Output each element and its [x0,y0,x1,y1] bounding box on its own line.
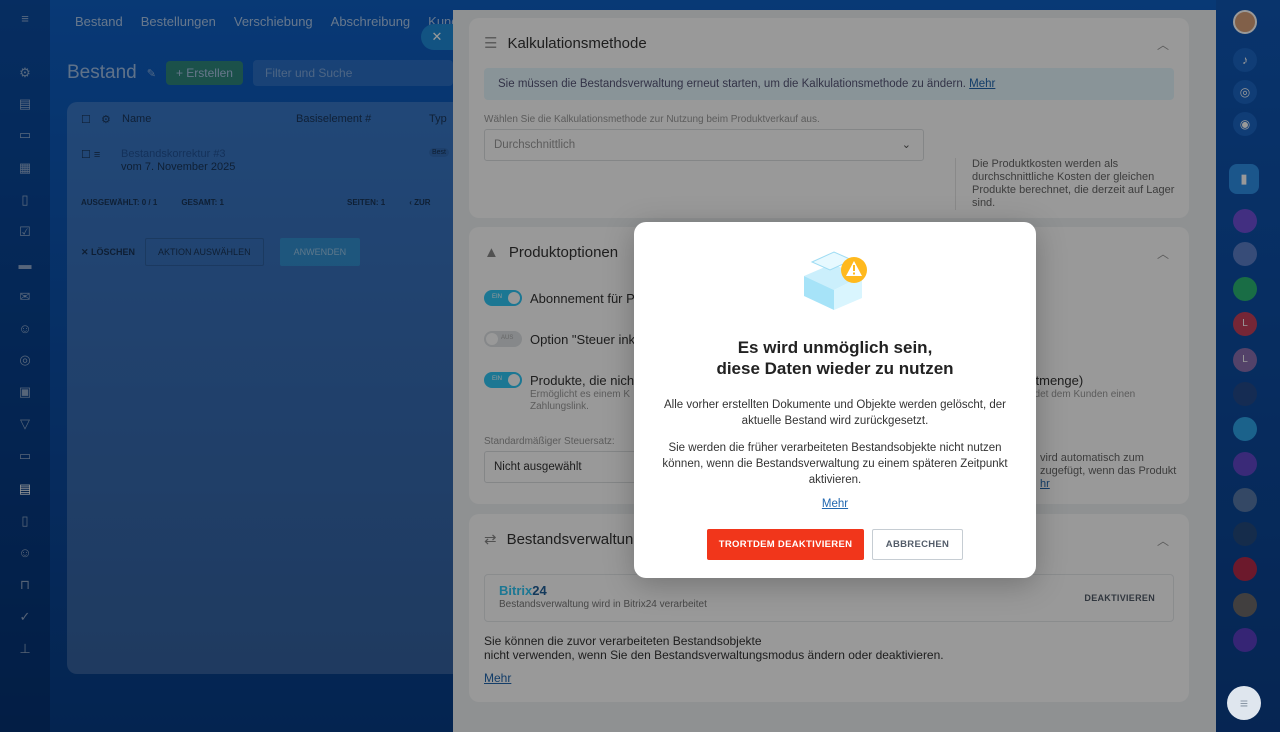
confirm-dialog: Es wird unmöglich sein, diese Daten wiede… [634,222,1036,578]
dialog-text-1: Alle vorher erstellten Dokumente und Obj… [664,399,1006,427]
dialog-more-link[interactable]: Mehr [822,498,848,510]
dialog-text-2: Sie werden die früher verarbeiteten Best… [662,442,1008,486]
cancel-button[interactable]: ABBRECHEN [872,529,963,560]
dialog-title: Es wird unmöglich sein, diese Daten wiede… [716,338,954,378]
chat-fab-icon[interactable]: ≡ [1227,686,1261,720]
warning-box-icon [804,251,867,310]
confirm-deactivate-button[interactable]: TRORTDEM DEAKTIVIEREN [707,529,864,560]
dialog-more-link-wrap: Mehr [656,496,1014,512]
